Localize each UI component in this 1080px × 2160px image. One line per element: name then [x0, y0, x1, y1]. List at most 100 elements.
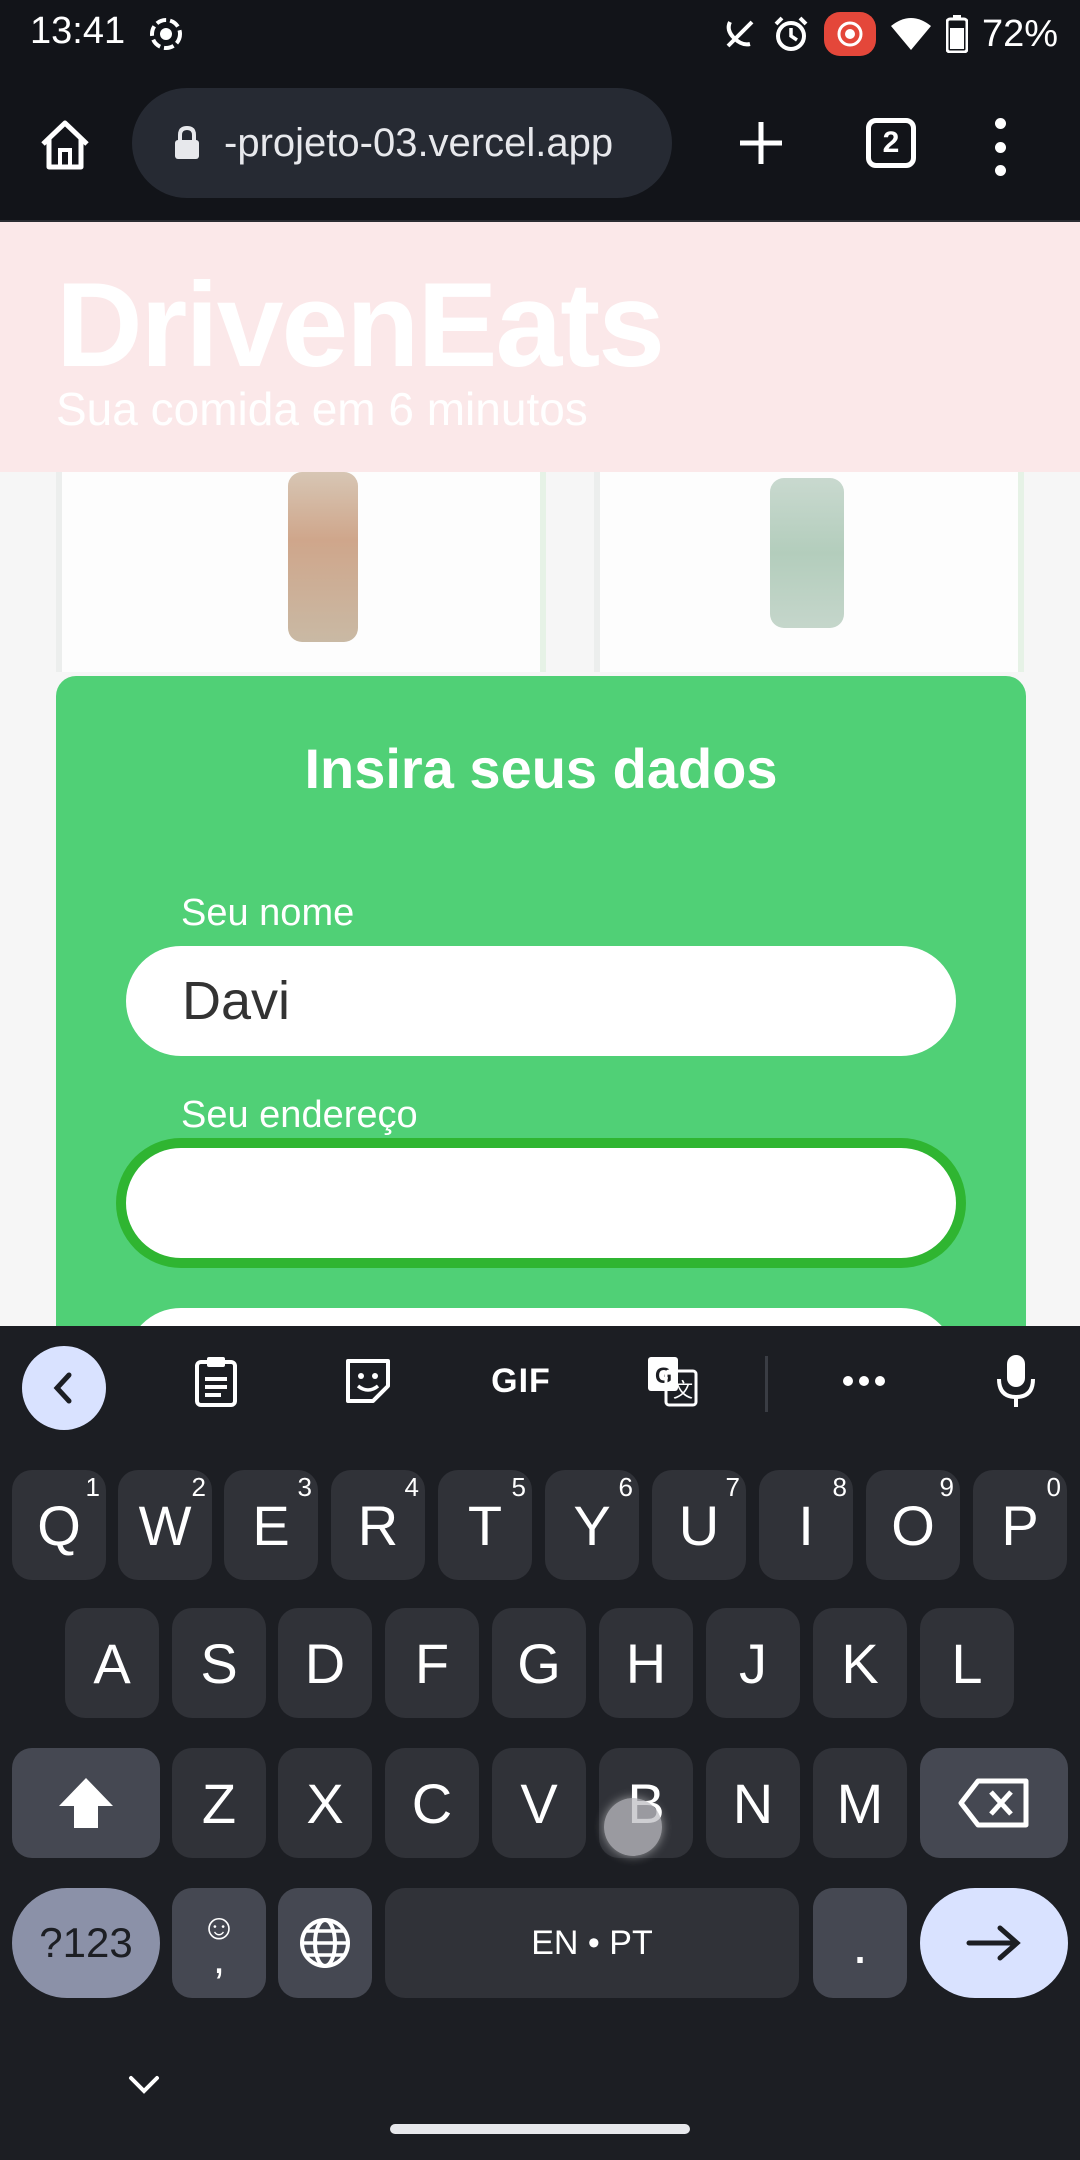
key-u[interactable]: U7: [652, 1470, 746, 1580]
key-w[interactable]: W2: [118, 1470, 212, 1580]
site-tagline: Sua comida em 6 minutos: [56, 383, 588, 435]
shift-key[interactable]: [12, 1748, 160, 1858]
key-d[interactable]: D: [278, 1608, 372, 1718]
chevron-down-icon: [129, 2076, 159, 2094]
toolbar-divider: [765, 1356, 768, 1412]
globe-icon: [300, 1918, 350, 1968]
comma-char: ,: [212, 1934, 226, 1983]
site-header: DrivenEats Sua comida em 6 minutos: [0, 222, 1080, 472]
key-g[interactable]: G: [492, 1608, 586, 1718]
svg-text:文: 文: [673, 1379, 693, 1402]
screen-record-icon: [150, 18, 182, 50]
more-button[interactable]: [834, 1348, 894, 1414]
key-hint: 2: [191, 1472, 206, 1502]
sticker-button[interactable]: [338, 1348, 398, 1414]
key-o[interactable]: O9: [866, 1470, 960, 1580]
key-hint: 6: [618, 1472, 633, 1502]
key-char: U: [678, 1493, 720, 1557]
key-n[interactable]: N: [706, 1748, 800, 1858]
clipboard-button[interactable]: [186, 1348, 246, 1414]
product-card[interactable]: [56, 472, 546, 672]
address-field[interactable]: [126, 1148, 956, 1258]
key-hint: 3: [297, 1472, 312, 1502]
space-key[interactable]: EN • PT: [385, 1888, 799, 1998]
language-key[interactable]: [278, 1888, 372, 1998]
sticker-icon: [346, 1359, 390, 1403]
key-i[interactable]: I8: [759, 1470, 853, 1580]
dot: [994, 165, 1006, 176]
lock-icon: [175, 125, 199, 159]
home-button[interactable]: [30, 110, 100, 180]
mute-icon: [726, 20, 754, 48]
key-hint: 5: [511, 1472, 526, 1502]
key-hint: 0: [1046, 1472, 1061, 1502]
chevron-left-icon: [53, 1372, 72, 1404]
voice-input-button[interactable]: [986, 1348, 1046, 1414]
name-field[interactable]: [126, 946, 956, 1056]
keyboard-toolbar: GIF G 文: [0, 1326, 1080, 1436]
key-char: W: [138, 1493, 192, 1557]
browser-toolbar: -projeto-03.vercel.app 2: [0, 68, 1080, 222]
name-label: Seu nome: [181, 892, 355, 934]
key-v[interactable]: V: [492, 1748, 586, 1858]
status-bar: 13:41 72%: [0, 0, 1080, 68]
key-x[interactable]: X: [278, 1748, 372, 1858]
key-char: E: [252, 1493, 290, 1557]
key-m[interactable]: M: [813, 1748, 907, 1858]
overflow-menu-button[interactable]: [980, 112, 1020, 182]
key-q[interactable]: Q1: [12, 1470, 106, 1580]
key-char: P: [1001, 1493, 1039, 1557]
key-h[interactable]: H: [599, 1608, 693, 1718]
enter-key[interactable]: [920, 1888, 1068, 1998]
key-l[interactable]: L: [920, 1608, 1014, 1718]
key-z[interactable]: Z: [172, 1748, 266, 1858]
soft-keyboard: GIF G 文 Q1 W2 E3 R 4 T 5 Y 6 U 7 I 8 O 9…: [0, 1326, 1080, 2160]
key-hint: 8: [832, 1472, 847, 1502]
translate-button[interactable]: G 文: [642, 1348, 702, 1414]
alarm-icon: [774, 16, 808, 51]
key-f[interactable]: F: [385, 1608, 479, 1718]
tab-switcher-button[interactable]: 2: [866, 118, 916, 168]
product-card[interactable]: [594, 472, 1024, 672]
period-key[interactable]: .: [813, 1888, 907, 1998]
gesture-home-bar[interactable]: [390, 2124, 690, 2134]
product-image: [770, 478, 844, 628]
key-char: Q: [37, 1493, 81, 1557]
key-c[interactable]: C: [385, 1748, 479, 1858]
battery-icon: [945, 15, 968, 53]
key-k[interactable]: K: [813, 1608, 907, 1718]
key-a[interactable]: A: [65, 1608, 159, 1718]
collapse-keyboard-button[interactable]: [124, 2070, 164, 2100]
key-char: O: [891, 1493, 935, 1557]
address-bar[interactable]: -projeto-03.vercel.app: [132, 88, 672, 198]
form-title: Insira seus dados: [304, 737, 778, 800]
emoji-comma-key[interactable]: ☺ ,: [172, 1888, 266, 1998]
shift-icon: [59, 1778, 113, 1828]
key-j[interactable]: J: [706, 1608, 800, 1718]
touch-indicator: [604, 1798, 662, 1856]
key-e[interactable]: E3: [224, 1470, 318, 1580]
key-char: R: [357, 1493, 399, 1557]
key-hint: 9: [939, 1472, 954, 1502]
order-form-modal: Insira seus dados Seu nome Seu endereço: [56, 676, 1026, 1326]
backspace-icon: [958, 1778, 1029, 1828]
new-tab-button[interactable]: [726, 108, 796, 178]
next-field[interactable]: [126, 1308, 956, 1326]
recording-badge-icon: [823, 12, 876, 56]
keyboard-back-button[interactable]: [22, 1346, 106, 1430]
battery-percent: 72%: [981, 12, 1058, 55]
gif-button[interactable]: GIF: [486, 1348, 556, 1414]
key-hint: 1: [85, 1472, 100, 1502]
wifi-icon: [890, 18, 931, 50]
url-text: -projeto-03.vercel.app: [224, 120, 614, 165]
status-time: 13:41: [30, 10, 126, 52]
key-y[interactable]: Y6: [545, 1470, 639, 1580]
dot: [994, 141, 1006, 153]
symbols-key[interactable]: ?123: [12, 1888, 160, 1998]
key-r[interactable]: R4: [331, 1470, 425, 1580]
key-p[interactable]: P0: [973, 1470, 1067, 1580]
key-hint: 7: [725, 1472, 740, 1502]
key-s[interactable]: S: [172, 1608, 266, 1718]
backspace-key[interactable]: [920, 1748, 1068, 1858]
key-t[interactable]: T5: [438, 1470, 532, 1580]
